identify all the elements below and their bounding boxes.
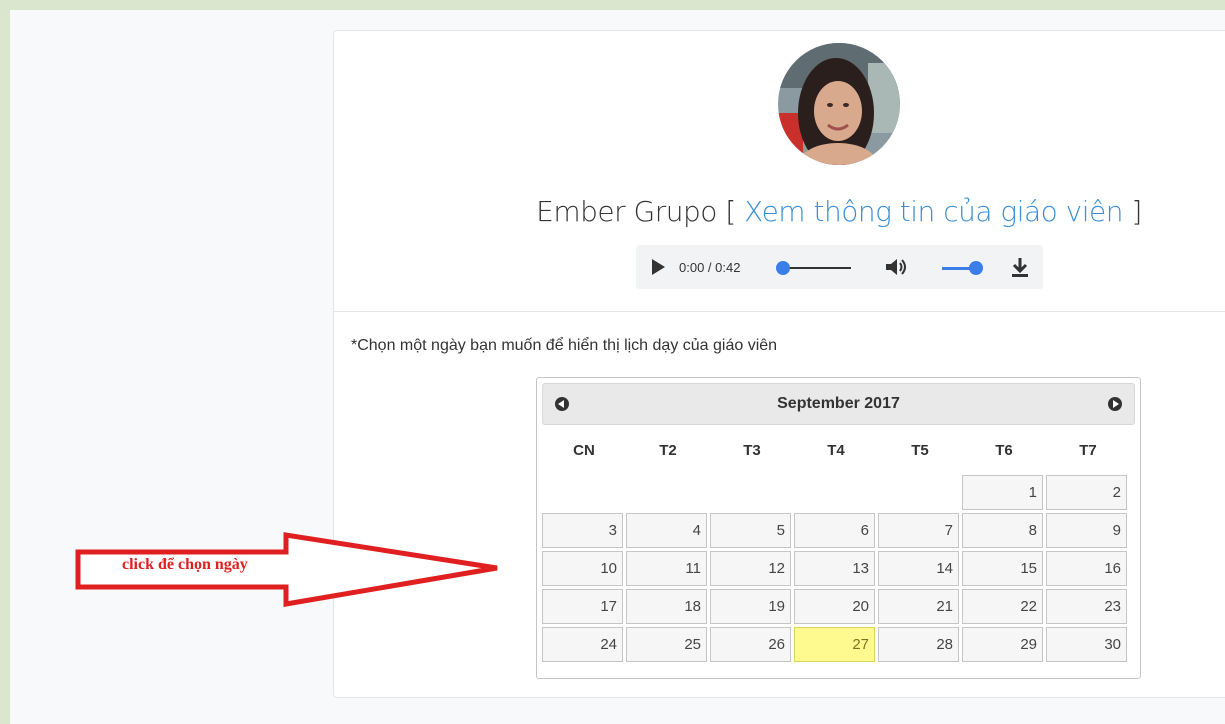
calendar-day[interactable]: 11 <box>626 551 707 586</box>
volume-icon[interactable] <box>884 256 910 278</box>
calendar-day[interactable]: 9 <box>1046 513 1127 548</box>
teacher-name-line: Ember Grupo [ Xem thông tin của giáo viê… <box>334 195 1225 228</box>
calendar-day[interactable]: 13 <box>794 551 875 586</box>
bracket-close: ] <box>1122 195 1142 228</box>
calendar-day[interactable]: 18 <box>626 589 707 624</box>
calendar-day[interactable]: 5 <box>710 513 791 548</box>
weekday-label: T5 <box>911 442 929 459</box>
calendar-day[interactable]: 12 <box>710 551 791 586</box>
calendar-day[interactable]: 30 <box>1046 627 1127 662</box>
calendar-day[interactable]: 23 <box>1046 589 1127 624</box>
calendar-week: 17 18 19 20 21 22 23 <box>542 589 1136 627</box>
audio-time: 0:00 / 0:42 <box>679 260 741 275</box>
calendar-day[interactable]: 1 <box>962 475 1043 510</box>
calendar-day[interactable]: 10 <box>542 551 623 586</box>
calendar-week: 24 25 26 27 28 29 30 <box>542 627 1136 665</box>
calendar-day[interactable]: 26 <box>710 627 791 662</box>
teacher-avatar <box>778 43 900 165</box>
section-divider <box>334 311 1225 312</box>
calendar-empty-cell <box>710 475 791 510</box>
calendar-week: 12 <box>542 475 1136 513</box>
weekday-label: T7 <box>1079 442 1097 459</box>
teacher-name: Ember Grupo <box>536 195 717 228</box>
calendar-day[interactable]: 6 <box>794 513 875 548</box>
calendar-day[interactable]: 3 <box>542 513 623 548</box>
circle-triangle-right-icon[interactable] <box>1108 397 1122 411</box>
bracket-open: [ <box>716 195 745 228</box>
calendar-week: 10 11 12 13 14 15 16 <box>542 551 1136 589</box>
calendar-grid: 1 2 3 4 5 6 7 8 9 10 11 12 13 14 15 16 17 18 19 20 21 22 23 24 2… <box>542 475 1136 665</box>
calendar-empty-cell <box>794 475 875 510</box>
volume-handle[interactable] <box>969 261 983 275</box>
calendar-day[interactable]: 29 <box>962 627 1043 662</box>
calendar-day[interactable]: 28 <box>878 627 959 662</box>
calendar-empty-cell <box>878 475 959 510</box>
play-icon[interactable] <box>652 259 665 275</box>
calendar-week: 3456789 <box>542 513 1136 551</box>
calendar-day[interactable]: 4 <box>626 513 707 548</box>
weekday-label: T6 <box>995 442 1013 459</box>
calendar-instruction: *Chọn một ngày bạn muốn để hiển thị lịch… <box>351 337 778 354</box>
weekday-label: T4 <box>827 442 845 459</box>
calendar-day[interactable]: 20 <box>794 589 875 624</box>
seek-handle[interactable] <box>776 261 790 275</box>
calendar-day[interactable]: 16 <box>1046 551 1127 586</box>
weekday-header: CN T2 T3 T4 T5 T6 T7 <box>542 436 1136 466</box>
weekday-label: T3 <box>743 442 761 459</box>
calendar-day[interactable]: 8 <box>962 513 1043 548</box>
teacher-profile-link[interactable]: Xem thông tin của giáo viên <box>744 195 1123 228</box>
calendar-empty-cell <box>626 475 707 510</box>
calendar-day[interactable]: 17 <box>542 589 623 624</box>
download-icon[interactable] <box>1010 256 1030 278</box>
arrow-annotation-text: click để chọn ngày <box>122 556 248 573</box>
weekday-label: CN <box>573 442 595 459</box>
calendar-day[interactable]: 19 <box>710 589 791 624</box>
seek-bar[interactable] <box>784 267 851 269</box>
calendar-day[interactable]: 21 <box>878 589 959 624</box>
datepicker-header: September 2017 <box>542 383 1135 425</box>
calendar-day[interactable]: 7 <box>878 513 959 548</box>
calendar-day[interactable]: 27 <box>794 627 875 662</box>
calendar-day[interactable]: 14 <box>878 551 959 586</box>
calendar-day[interactable]: 24 <box>542 627 623 662</box>
calendar-empty-cell <box>542 475 623 510</box>
datepicker-title: September 2017 <box>777 395 900 412</box>
calendar-day[interactable]: 2 <box>1046 475 1127 510</box>
audio-player: 0:00 / 0:42 <box>636 245 1043 289</box>
calendar-day[interactable]: 22 <box>962 589 1043 624</box>
datepicker: September 2017 CN T2 T3 T4 T5 T6 T7 1234… <box>536 377 1141 679</box>
calendar-day[interactable]: 25 <box>626 627 707 662</box>
weekday-label: T2 <box>659 442 677 459</box>
calendar-day[interactable]: 15 <box>962 551 1043 586</box>
